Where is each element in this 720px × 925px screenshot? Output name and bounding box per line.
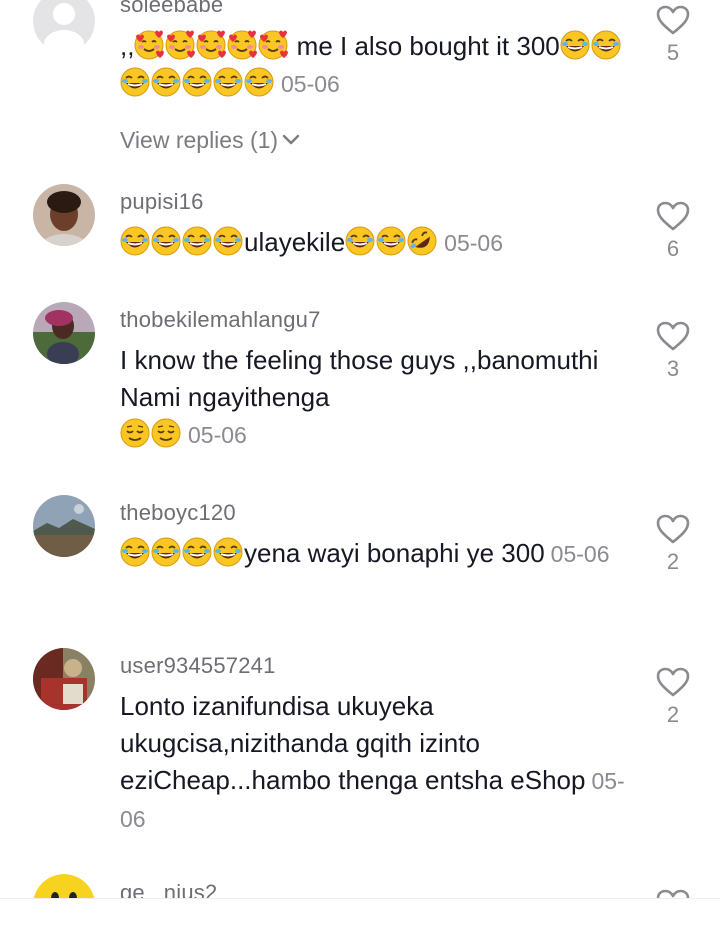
comment-prefix: ,, (120, 31, 135, 61)
face-with-tears-of-joy-emoji (120, 67, 150, 97)
avatar[interactable] (33, 648, 95, 710)
username[interactable]: soleebabe (120, 0, 223, 18)
avatar[interactable] (33, 0, 95, 52)
like-button[interactable]: 2 (652, 666, 694, 728)
relieved-face-emoji (151, 418, 181, 448)
avatar[interactable] (33, 495, 95, 557)
face-with-tears-of-joy-emoji (213, 537, 243, 567)
chevron-down-icon (282, 134, 300, 145)
heart-outline-icon (656, 5, 690, 35)
like-button[interactable]: 5 (652, 4, 694, 66)
heart-outline-icon (656, 201, 690, 231)
view-replies-label: View replies (1) (120, 127, 279, 153)
face-with-tears-of-joy-emoji (345, 226, 376, 256)
view-replies-button[interactable]: View replies (1) (120, 127, 300, 154)
like-count: 2 (666, 702, 680, 727)
comment-body: me I also bought it 300 (289, 31, 560, 61)
comment-text: I know the feeling those guys ,,banomuth… (120, 342, 625, 454)
username[interactable]: thobekilemahlangu7 (120, 307, 321, 333)
face-with-tears-of-joy-emoji (182, 67, 212, 97)
heart-outline-icon (656, 667, 690, 697)
comment-text: ,, me I also bought it 300 05-06 (120, 28, 625, 103)
smiling-face-with-hearts-emoji (258, 30, 289, 60)
face-with-tears-of-joy-emoji (559, 30, 590, 60)
username[interactable]: pupisi16 (120, 189, 204, 215)
face-with-tears-of-joy-emoji (151, 226, 181, 256)
face-with-tears-of-joy-emoji (120, 226, 150, 256)
face-with-tears-of-joy-emoji (213, 67, 243, 97)
face-with-tears-of-joy-emoji (244, 67, 274, 97)
comment-text: yena wayi bonaphi ye 300 05-06 (120, 535, 625, 573)
face-with-tears-of-joy-emoji (151, 67, 181, 97)
face-with-tears-of-joy-emoji (182, 226, 212, 256)
comment-body: I know the feeling those guys ,,banomuth… (120, 345, 599, 412)
username[interactable]: user934557241 (120, 653, 276, 679)
avatar[interactable] (33, 184, 95, 246)
like-count: 2 (666, 549, 680, 574)
like-button[interactable]: 2 (652, 513, 694, 575)
heart-outline-icon (656, 514, 690, 544)
comment-date: 05-06 (550, 541, 610, 567)
smiling-face-with-hearts-emoji (165, 30, 196, 60)
bottom-edge (0, 898, 720, 925)
like-button[interactable]: 6 (652, 200, 694, 262)
rolling-on-floor-laughing-emoji (407, 226, 438, 256)
like-count: 3 (666, 356, 680, 381)
comment-date: 05-06 (188, 422, 247, 448)
smiling-face-with-hearts-emoji (227, 30, 258, 60)
comment-body: ulayekile (244, 227, 346, 257)
comment-text: Lonto izanifundisa ukuyeka ukugcisa,nizi… (120, 688, 625, 838)
like-button[interactable]: 3 (652, 320, 694, 382)
username[interactable]: theboyc120 (120, 500, 236, 526)
face-with-tears-of-joy-emoji (120, 537, 150, 567)
comment-date: 05-06 (281, 71, 340, 97)
comment-text: ulayekile 05-06 (120, 224, 625, 262)
face-with-tears-of-joy-emoji (151, 537, 181, 567)
comment-date: 05-06 (444, 230, 503, 256)
heart-outline-icon (656, 321, 690, 351)
face-with-tears-of-joy-emoji (590, 30, 621, 60)
like-count: 6 (666, 236, 680, 261)
avatar[interactable] (33, 302, 95, 364)
face-with-tears-of-joy-emoji (376, 226, 407, 256)
face-with-tears-of-joy-emoji (182, 537, 212, 567)
comment-body: yena wayi bonaphi ye 300 (244, 538, 545, 568)
face-with-tears-of-joy-emoji (213, 226, 243, 256)
comment-body: Lonto izanifundisa ukuyeka ukugcisa,nizi… (120, 691, 586, 795)
like-count: 5 (666, 40, 680, 65)
smiling-face-with-hearts-emoji (196, 30, 227, 60)
smiling-face-with-hearts-emoji (134, 30, 165, 60)
relieved-face-emoji (120, 418, 150, 448)
